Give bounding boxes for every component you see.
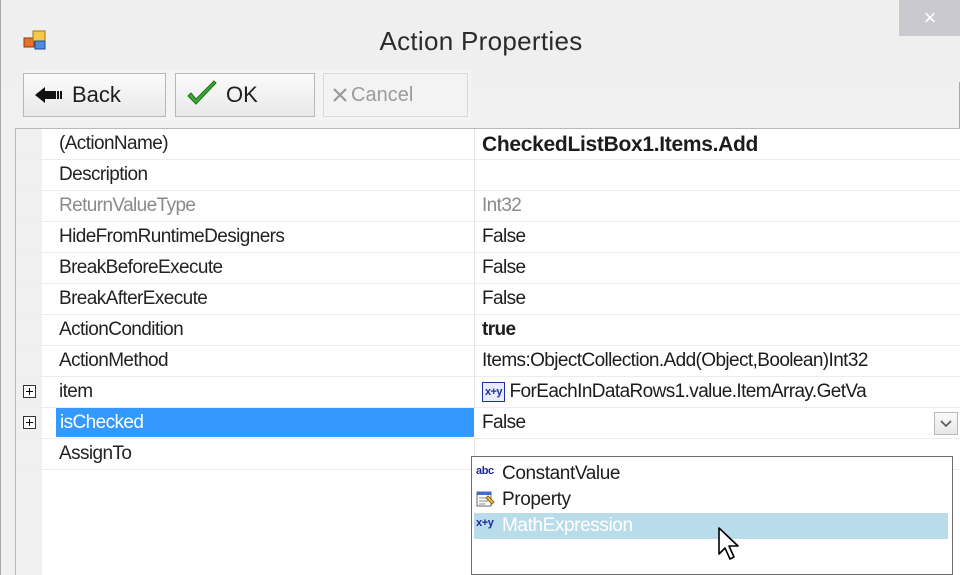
close-icon: ×: [923, 5, 937, 30]
window-title: Action Properties: [379, 26, 583, 56]
property-row-break-before-execute[interactable]: BreakBeforeExecute False: [16, 253, 960, 284]
dropdown-button[interactable]: [934, 412, 958, 435]
dropdown-item-math-expression[interactable]: x+y MathExpression: [474, 513, 948, 539]
property-icon: [476, 490, 496, 514]
cancel-button[interactable]: Cancel: [323, 73, 468, 117]
property-name-selected: isChecked: [56, 408, 474, 437]
column-divider: [474, 284, 475, 315]
action-properties-window: Action Properties × Back OK Cancel (Acti…: [0, 0, 960, 575]
mouse-pointer-icon: [717, 526, 743, 567]
property-value: Int32: [482, 195, 522, 216]
cancel-x-icon: [332, 87, 348, 103]
column-divider: [474, 377, 475, 408]
property-row-return-value-type[interactable]: ReturnValueType Int32: [16, 191, 960, 222]
column-divider: [474, 253, 475, 284]
property-name: (ActionName): [59, 133, 169, 154]
ok-button[interactable]: OK: [175, 73, 315, 117]
close-button[interactable]: ×: [899, 0, 960, 36]
value-type-dropdown: abc ConstantValue Property x+y MathExpre…: [471, 456, 953, 575]
back-label: Back: [72, 82, 121, 107]
property-row-is-checked[interactable]: isChecked False: [16, 408, 960, 439]
dropdown-item-label: ConstantValue: [502, 463, 621, 484]
checkmark-icon: [186, 80, 218, 110]
property-row-description[interactable]: Description: [16, 160, 960, 191]
property-value[interactable]: False: [482, 226, 958, 248]
property-value[interactable]: False: [482, 288, 958, 310]
expand-icon[interactable]: [23, 416, 36, 429]
math-expression-icon: x+y: [476, 517, 494, 529]
dropdown-item-property[interactable]: Property: [474, 487, 948, 513]
chevron-down-icon: [940, 419, 952, 427]
column-divider: [474, 129, 475, 160]
property-value[interactable]: x+y ForEachInDataRows1.value.ItemArray.G…: [482, 381, 958, 403]
math-expression-icon: x+y: [482, 382, 505, 402]
toolbar: Back OK Cancel: [23, 70, 471, 120]
property-name: ActionMethod: [59, 350, 169, 371]
ok-label: OK: [226, 82, 258, 107]
cancel-label: Cancel: [351, 83, 414, 106]
property-value-text: ForEachInDataRows1.value.ItemArray.GetVa: [509, 381, 867, 402]
dropdown-item-label: Property: [502, 489, 571, 510]
column-divider: [474, 160, 475, 191]
property-row-action-condition[interactable]: ActionCondition true: [16, 315, 960, 346]
property-row-break-after-execute[interactable]: BreakAfterExecute False: [16, 284, 960, 315]
property-name: ReturnValueType: [59, 195, 196, 216]
dropdown-item-constant-value[interactable]: abc ConstantValue: [474, 461, 948, 487]
property-value[interactable]: true: [482, 319, 958, 341]
property-value[interactable]: Items:ObjectCollection.Add(Object,Boolea…: [482, 350, 958, 372]
abc-icon: abc: [476, 465, 494, 477]
column-divider: [474, 222, 475, 253]
dropdown-item-label: MathExpression: [502, 515, 633, 536]
property-value[interactable]: CheckedListBox1.Items.Add: [482, 133, 958, 157]
property-row-item[interactable]: item x+y ForEachInDataRows1.value.ItemAr…: [16, 377, 960, 408]
property-name: AssignTo: [59, 443, 132, 464]
property-name: ActionCondition: [59, 319, 184, 340]
property-name: BreakAfterExecute: [59, 288, 208, 309]
expand-icon[interactable]: [23, 385, 36, 398]
back-button[interactable]: Back: [23, 73, 166, 117]
property-value[interactable]: False: [482, 257, 958, 279]
property-name: item: [59, 381, 93, 402]
column-divider: [474, 315, 475, 346]
property-value[interactable]: False: [482, 412, 922, 434]
property-name: HideFromRuntimeDesigners: [59, 226, 285, 247]
column-divider: [474, 346, 475, 377]
property-name: Description: [59, 164, 148, 185]
back-arrow-icon: [34, 85, 64, 105]
property-row-hide-from-runtime-designers[interactable]: HideFromRuntimeDesigners False: [16, 222, 960, 253]
column-divider: [474, 191, 475, 222]
property-name: BreakBeforeExecute: [59, 257, 223, 278]
property-row-action-name[interactable]: (ActionName) CheckedListBox1.Items.Add: [16, 129, 960, 160]
property-row-action-method[interactable]: ActionMethod Items:ObjectCollection.Add(…: [16, 346, 960, 377]
